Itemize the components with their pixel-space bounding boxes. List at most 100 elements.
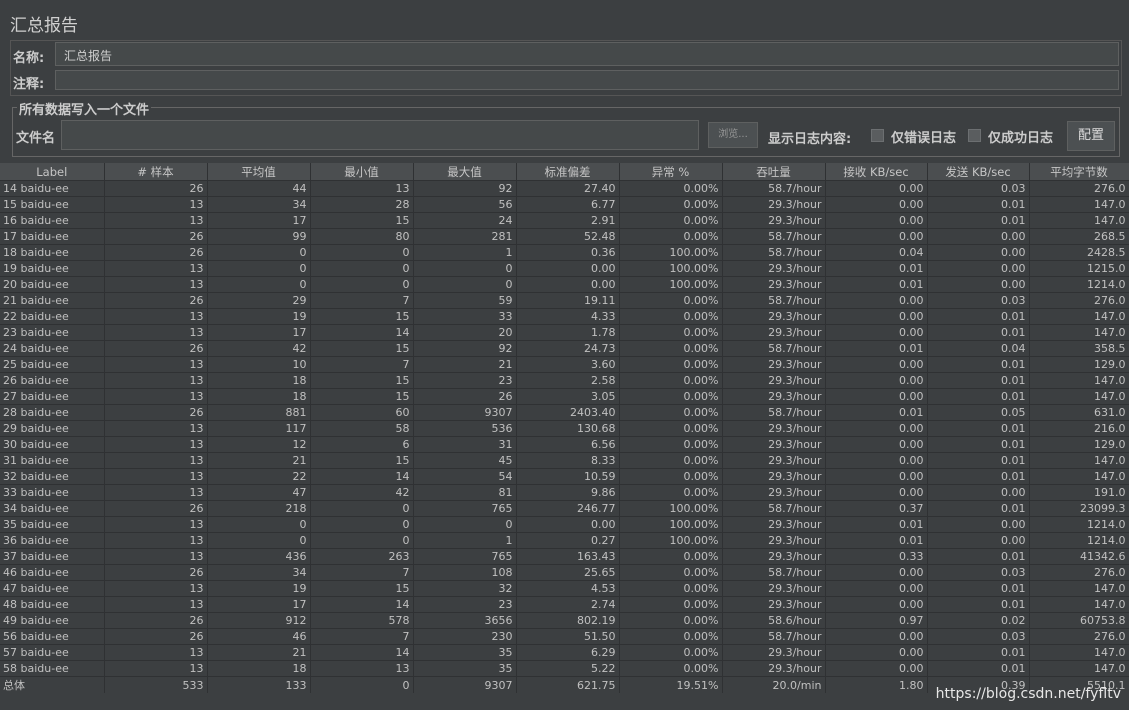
table-cell: 58.7/hour (722, 180, 826, 197)
table-row[interactable]: 16 baidu-ee 13 17 15 24 2.91 0.00% 29.3/hour 0.0… (0, 212, 1129, 229)
col-header[interactable]: 最大值 (413, 163, 517, 181)
table-cell: 147.0 (1029, 660, 1129, 677)
table-row[interactable]: 20 baidu-ee 13 0 0 0 0.00 100.00% 29.3/hour 0.01… (0, 276, 1129, 293)
table-row[interactable]: 29 baidu-ee 13 117 58 536 130.68 0.00% 29.3/hou… (0, 420, 1129, 437)
table-cell: 0.00 (825, 628, 928, 645)
table-cell: 29 baidu-ee (0, 420, 105, 437)
table-cell: 0.01 (927, 660, 1030, 677)
table-cell: 92 (413, 180, 517, 197)
comment-field[interactable] (55, 70, 1119, 90)
table-cell: 3656 (413, 612, 517, 629)
table-row[interactable]: 30 baidu-ee 13 12 6 31 6.56 0.00% 29.3/hour 0.00… (0, 436, 1129, 453)
table-row[interactable]: 46 baidu-ee 26 34 7 108 25.65 0.00% 58.7/hour 0.… (0, 564, 1129, 581)
table-cell: 56 (413, 196, 517, 213)
file-name-input[interactable] (61, 120, 699, 150)
table-cell: 0.36 (516, 244, 620, 261)
col-header[interactable]: 平均值 (207, 163, 311, 181)
errors-only-checkbox[interactable] (871, 129, 884, 142)
table-cell: 22 baidu-ee (0, 308, 105, 325)
table-cell: 56 baidu-ee (0, 628, 105, 645)
table-cell: 0.01 (927, 420, 1030, 437)
table-cell: 14 (310, 644, 414, 661)
table-row[interactable]: 28 baidu-ee 26 881 60 9307 2403.40 0.00% 58.7/h… (0, 404, 1129, 421)
table-cell: 218 (207, 500, 311, 517)
table-row[interactable]: 34 baidu-ee 26 218 0 765 246.77 100.00% 58.7/ho… (0, 500, 1129, 517)
table-cell: 912 (207, 612, 311, 629)
configure-button[interactable]: 配置 (1067, 121, 1115, 151)
table-row[interactable]: 32 baidu-ee 13 22 14 54 10.59 0.00% 29.3/hour 0.… (0, 468, 1129, 485)
browse-button[interactable]: 浏览... (708, 122, 758, 148)
table-cell: 0.00 (825, 324, 928, 341)
table-cell: 52.48 (516, 228, 620, 245)
table-row[interactable]: 27 baidu-ee 13 18 15 26 3.05 0.00% 29.3/hour 0.0… (0, 388, 1129, 405)
col-header[interactable]: 平均字节数 (1029, 163, 1129, 181)
table-row[interactable]: 18 baidu-ee 26 0 0 1 0.36 100.00% 58.7/hour 0.04… (0, 244, 1129, 261)
table-cell: 0.00% (619, 212, 723, 229)
table-cell: 9.86 (516, 484, 620, 501)
table-cell: 0 (310, 516, 414, 533)
table-row[interactable]: 58 baidu-ee 13 18 13 35 5.22 0.00% 29.3/hour 0.0… (0, 660, 1129, 677)
table-row[interactable]: 14 baidu-ee 26 44 13 92 27.40 0.00% 58.7/hour 0.… (0, 180, 1129, 197)
table-cell: 25.65 (516, 564, 620, 581)
table-cell: 34 (207, 196, 311, 213)
col-header[interactable]: 吞吐量 (722, 163, 826, 181)
table-cell: 0.00% (619, 436, 723, 453)
table-cell: 1.78 (516, 324, 620, 341)
table-cell: 0.00 (516, 276, 620, 293)
table-cell: 0.00% (619, 564, 723, 581)
table-cell: 0 (310, 532, 414, 549)
table-row[interactable]: 48 baidu-ee 13 17 14 23 2.74 0.00% 29.3/hour 0.0… (0, 596, 1129, 613)
table-cell: 23 baidu-ee (0, 324, 105, 341)
col-header[interactable]: Label (0, 163, 105, 181)
table-cell: 17 (207, 596, 311, 613)
name-label: 名称: (13, 51, 45, 66)
table-row[interactable]: 35 baidu-ee 13 0 0 0 0.00 100.00% 29.3/hour 0.01… (0, 516, 1129, 533)
col-header[interactable]: 标准偏差 (516, 163, 620, 181)
table-cell: 163.43 (516, 548, 620, 565)
table-cell: 0.03 (927, 180, 1030, 197)
table-row[interactable]: 31 baidu-ee 13 21 15 45 8.33 0.00% 29.3/hour 0.0… (0, 452, 1129, 469)
table-cell: 0.00% (619, 484, 723, 501)
table-cell: 0.00 (927, 260, 1030, 277)
table-cell: 1215.0 (1029, 260, 1129, 277)
table-row[interactable]: 36 baidu-ee 13 0 0 1 0.27 100.00% 29.3/hour 0.01… (0, 532, 1129, 549)
col-header[interactable]: 发送 KB/sec (927, 163, 1030, 181)
table-row[interactable]: 49 baidu-ee 26 912 578 3656 802.19 0.00% 58.6/h… (0, 612, 1129, 629)
table-cell: 0.05 (927, 404, 1030, 421)
col-header[interactable]: 接收 KB/sec (825, 163, 928, 181)
table-row[interactable]: 56 baidu-ee 26 46 7 230 51.50 0.00% 58.7/hour 0.… (0, 628, 1129, 645)
table-cell: 0.00% (619, 196, 723, 213)
col-header[interactable]: 最小值 (310, 163, 414, 181)
col-header[interactable]: # 样本 (104, 163, 208, 181)
table-cell: 0.00 (825, 436, 928, 453)
table-row[interactable]: 47 baidu-ee 13 19 15 32 4.53 0.00% 29.3/hour 0.0… (0, 580, 1129, 597)
table-cell: 16 baidu-ee (0, 212, 105, 229)
name-field[interactable]: 汇总报告 (55, 42, 1119, 66)
table-row[interactable]: 21 baidu-ee 26 29 7 59 19.11 0.00% 58.7/hour 0.0… (0, 292, 1129, 309)
table-cell: 22 (207, 468, 311, 485)
table-cell: 31 baidu-ee (0, 452, 105, 469)
table-row[interactable]: 37 baidu-ee 13 436 263 765 163.43 0.00% 29.3/ho… (0, 548, 1129, 565)
table-cell: 0.01 (927, 196, 1030, 213)
table-row[interactable]: 19 baidu-ee 13 0 0 0 0.00 100.00% 29.3/hour 0.01… (0, 260, 1129, 277)
table-cell: 27 baidu-ee (0, 388, 105, 405)
table-row[interactable]: 26 baidu-ee 13 18 15 23 2.58 0.00% 29.3/hour 0.0… (0, 372, 1129, 389)
table-row[interactable]: 15 baidu-ee 13 34 28 56 6.77 0.00% 29.3/hour 0.0… (0, 196, 1129, 213)
table-cell: 5.22 (516, 660, 620, 677)
table-row[interactable]: 33 baidu-ee 13 47 42 81 9.86 0.00% 29.3/hour 0.0… (0, 484, 1129, 501)
table-cell: 20 baidu-ee (0, 276, 105, 293)
table-row[interactable]: 24 baidu-ee 26 42 15 92 24.73 0.00% 58.7/hour 0.… (0, 340, 1129, 357)
table-cell: 21 (207, 644, 311, 661)
table-cell: 8.33 (516, 452, 620, 469)
table-row[interactable]: 57 baidu-ee 13 21 14 35 6.29 0.00% 29.3/hour 0.0… (0, 644, 1129, 661)
table-row[interactable]: 17 baidu-ee 26 99 80 281 52.48 0.00% 58.7/hour 0… (0, 228, 1129, 245)
table-row[interactable]: 22 baidu-ee 13 19 15 33 4.33 0.00% 29.3/hour 0.0… (0, 308, 1129, 325)
table-row[interactable]: 23 baidu-ee 13 17 14 20 1.78 0.00% 29.3/hour 0.0… (0, 324, 1129, 341)
table-row[interactable]: 25 baidu-ee 13 10 7 21 3.60 0.00% 29.3/hour 0.00… (0, 356, 1129, 373)
col-header[interactable]: 异常 % (619, 163, 723, 181)
table-cell: 230 (413, 628, 517, 645)
table-cell: 17 baidu-ee (0, 228, 105, 245)
table-cell: 0.00 (516, 260, 620, 277)
success-only-checkbox[interactable] (968, 129, 981, 142)
table-cell: 276.0 (1029, 180, 1129, 197)
